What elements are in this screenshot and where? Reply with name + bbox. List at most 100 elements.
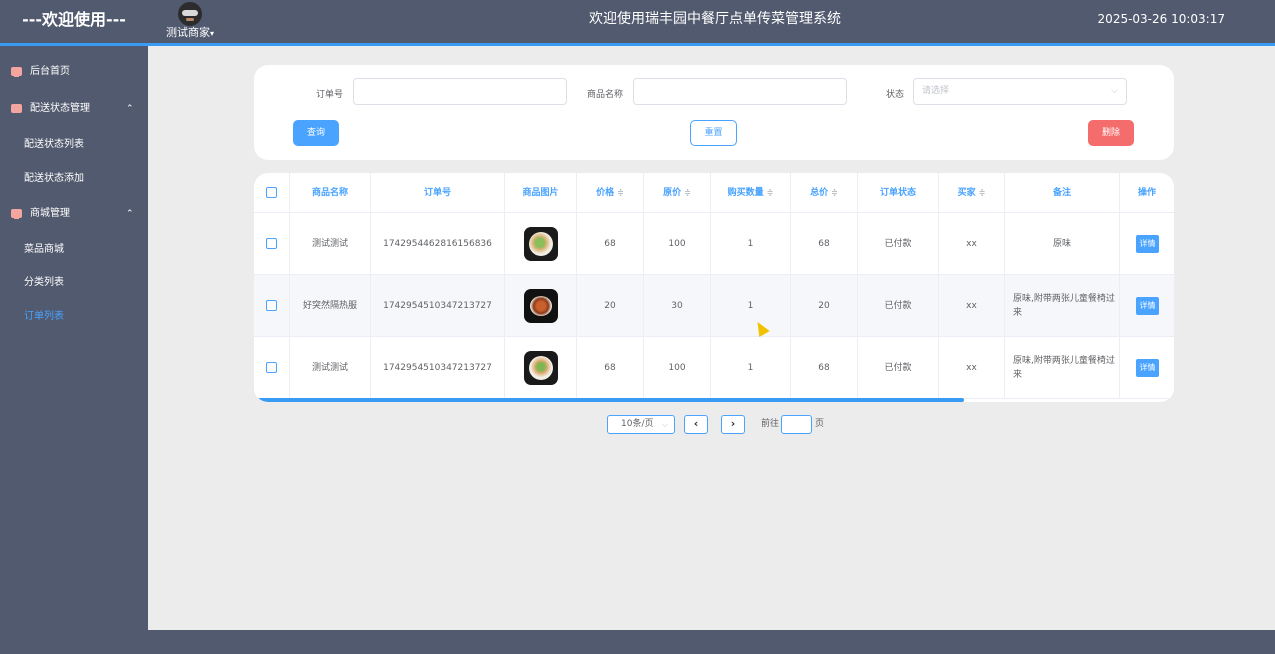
user-name-label[interactable]: 测试商家▾ [160,26,220,41]
sidebar-item-home[interactable]: 后台首页 [0,55,148,89]
sort-icon[interactable]: ≑ [684,173,691,213]
column-header-action: 操作 [1137,188,1156,198]
cell-note: 原味,附带两张儿童餐椅过来 [1005,275,1120,337]
detail-button[interactable]: 详情 [1136,359,1159,377]
avatar[interactable] [178,2,202,26]
cell-product-name: 测试测试 [290,213,371,275]
cell-note: 原味 [1005,213,1120,275]
cell-order-status: 已付款 [858,275,939,337]
top-header: ---欢迎使用--- 测试商家▾ 欢迎使用瑞丰园中餐厅点单传菜管理系统 2025… [0,0,1275,43]
sidebar-item-delivery-status[interactable]: 配送状态管理 ⌃ [0,92,148,126]
table-header: 商品名称 订单号 商品图片 价格 ≑ 原价 ≑ 购买数量 ≑ 总价 ≑ 订单状态 买家 ≑… [254,173,1174,213]
sidebar-item-mall[interactable]: 商城管理 ⌃ [0,197,148,231]
goto-page-input[interactable] [781,415,812,434]
cell-original-price: 30 [644,275,711,337]
status-select[interactable]: 请选择 ⌵ [913,78,1127,105]
row-checkbox[interactable] [266,362,277,373]
page-size-value: 10条/页 [621,419,654,429]
column-header-buyer[interactable]: 买家 ≑ [939,173,1005,213]
cell-original-price: 100 [644,337,711,399]
user-menu[interactable]: 测试商家▾ [160,0,220,43]
datetime-display: 2025-03-26 10:03:17 [1097,12,1225,26]
cell-product-name: 测试测试 [290,337,371,399]
cell-order-status: 已付款 [858,213,939,275]
sort-icon[interactable]: ≑ [979,173,986,213]
delete-button[interactable]: 删除 [1088,120,1134,146]
cell-buyer: xx [939,213,1005,275]
sidebar-item-label: 后台首页 [30,66,70,77]
table-row: 测试测试 1742954510347213727 68 100 1 68 已付款… [254,337,1174,399]
horizontal-scrollbar[interactable] [258,398,964,402]
cell-buyer: xx [939,337,1005,399]
cell-action: 详情 [1120,337,1174,399]
cell-original-price: 100 [644,213,711,275]
column-header-product-name: 商品名称 [290,173,371,213]
prev-page-button[interactable]: ‹ [684,415,708,434]
cell-price: 20 [577,275,644,337]
order-table: 商品名称 订单号 商品图片 价格 ≑ 原价 ≑ 购买数量 ≑ 总价 ≑ 订单状态 买家 ≑… [254,173,1174,402]
column-header-order-no: 订单号 [371,173,505,213]
column-header-quantity[interactable]: 购买数量 ≑ [711,173,791,213]
dish-plate-icon [530,296,552,316]
cell-total: 68 [791,213,858,275]
cell-order-status: 已付款 [858,337,939,399]
sidebar-item-delivery-list[interactable]: 配送状态列表 [0,128,148,162]
query-button[interactable]: 查询 [293,120,339,146]
dish-plate-icon [529,232,553,256]
select-all-cell [254,173,290,213]
cell-order-no: 1742954510347213727 [371,337,505,399]
detail-button[interactable]: 详情 [1136,297,1159,315]
row-checkbox[interactable] [266,300,277,311]
select-all-checkbox[interactable] [266,187,277,198]
cell-buyer: xx [939,275,1005,337]
chevron-up-icon: ⌃ [126,209,134,219]
table-row: 好突然隔热服 1742954510347213727 20 30 1 20 已付… [254,275,1174,337]
column-header-original-price[interactable]: 原价 ≑ [644,173,711,213]
cell-total: 68 [791,337,858,399]
sidebar-item-delivery-add[interactable]: 配送状态添加 [0,162,148,196]
dish-plate-icon [529,356,553,380]
cell-quantity: 1 [711,337,791,399]
sidebar: 后台首页 配送状态管理 ⌃ 配送状态列表 配送状态添加 商城管理 ⌃ 菜品商城 … [0,46,148,630]
next-page-button[interactable]: › [721,415,745,434]
sidebar-item-category-list[interactable]: 分类列表 [0,266,148,300]
row-select-cell [254,275,290,337]
column-header-note: 备注 [1005,173,1120,213]
sidebar-item-dish-mall[interactable]: 菜品商城 [0,233,148,267]
system-title: 欢迎使用瑞丰园中餐厅点单传菜管理系统 [589,11,841,27]
chevron-up-icon: ⌃ [126,104,134,114]
sort-icon[interactable]: ≑ [617,173,624,213]
monitor-icon [11,209,22,219]
product-thumbnail[interactable] [524,227,558,261]
status-label: 状态 [886,90,905,100]
product-thumbnail[interactable] [524,351,558,385]
cell-product-image [505,337,577,399]
search-panel: 订单号 商品名称 状态 请选择 ⌵ 查询 重置 删除 [254,65,1174,160]
cell-quantity: 1 [711,275,791,337]
order-no-input[interactable] [353,78,567,105]
sort-icon[interactable]: ≑ [831,173,838,213]
detail-button[interactable]: 详情 [1136,235,1159,253]
cell-note: 原味,附带两张儿童餐椅过来 [1005,337,1120,399]
row-select-cell [254,337,290,399]
sidebar-item-label: 商城管理 [30,208,70,219]
product-thumbnail[interactable] [524,289,558,323]
cell-action: 详情 [1120,213,1174,275]
cell-quantity: 1 [711,213,791,275]
reset-button[interactable]: 重置 [690,120,737,146]
cell-order-no: 1742954462816156836 [371,213,505,275]
brand-title: ---欢迎使用--- [22,10,126,29]
sort-icon[interactable]: ≑ [767,173,774,213]
product-name-input[interactable] [633,78,847,105]
column-header-price[interactable]: 价格 ≑ [577,173,644,213]
status-placeholder: 请选择 [922,86,950,96]
chevron-down-icon: ⌵ [1111,86,1118,96]
caret-down-icon: ▾ [209,29,214,38]
row-checkbox[interactable] [266,238,277,249]
page-size-select[interactable]: 10条/页 ⌵ [607,415,675,434]
column-header-total[interactable]: 总价 ≑ [791,173,858,213]
chevron-right-icon: › [730,417,736,430]
product-name-label: 商品名称 [587,90,624,100]
cell-product-image [505,275,577,337]
sidebar-item-order-list[interactable]: 订单列表 [0,300,148,334]
